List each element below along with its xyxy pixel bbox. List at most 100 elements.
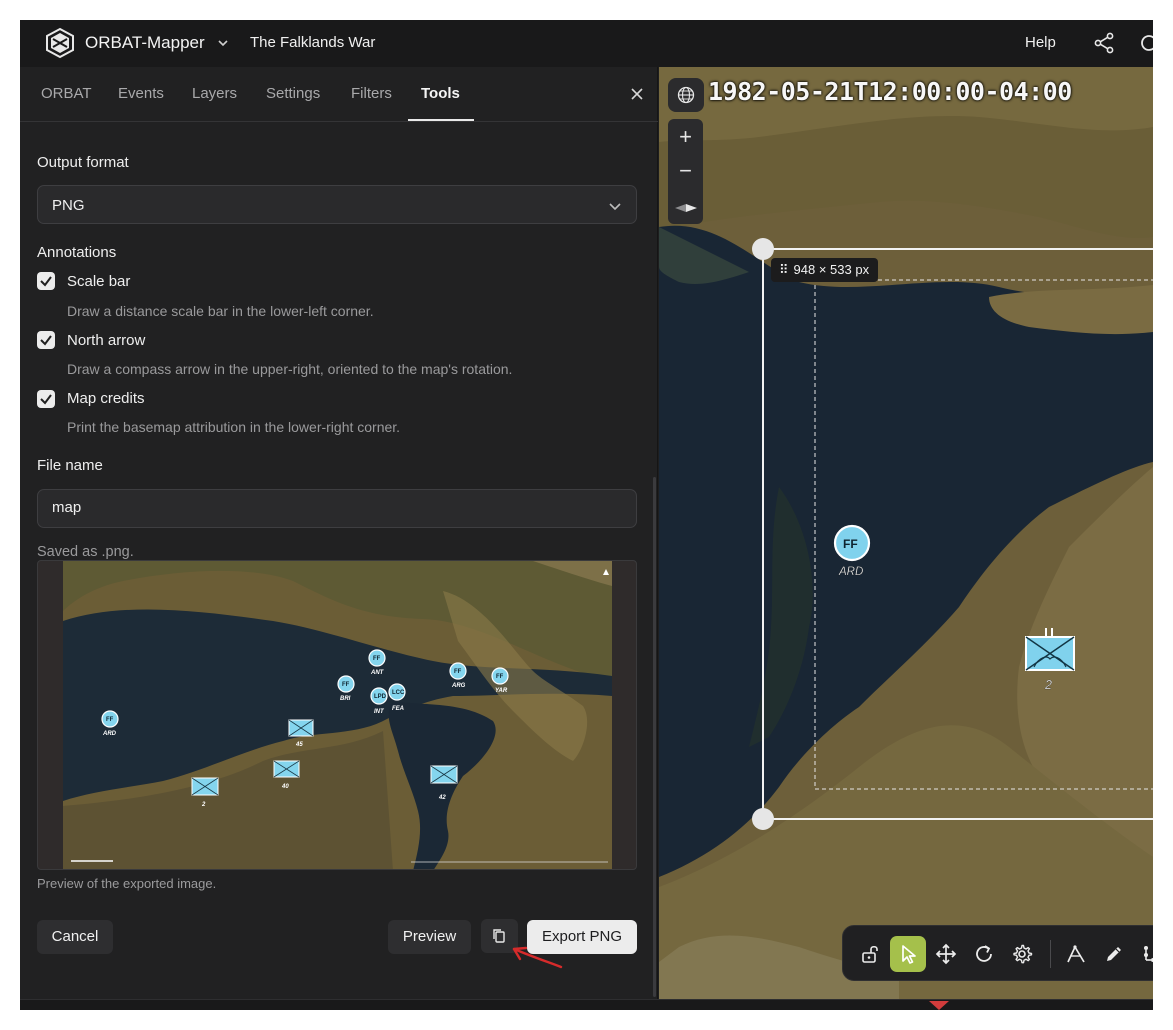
map-credits-label[interactable]: Map credits bbox=[67, 390, 145, 407]
checkmark-icon bbox=[40, 335, 52, 346]
preview-unit-ff-label: FF bbox=[106, 717, 114, 723]
export-size-badge[interactable]: ⠿ 948 × 533 px bbox=[771, 258, 879, 282]
north-arrow-label[interactable]: North arrow bbox=[67, 332, 145, 349]
settings-button[interactable] bbox=[1004, 936, 1040, 972]
output-format-label: Output format bbox=[37, 154, 129, 171]
toolbar-divider bbox=[1050, 940, 1051, 968]
scale-bar-description: Draw a distance scale bar in the lower-l… bbox=[67, 303, 374, 319]
preview-map-image: FF ARD FF ANT FF BRI LPD INT LCC FEA FF … bbox=[63, 561, 612, 869]
select-tool-button[interactable] bbox=[890, 936, 926, 972]
drag-handle-icon: ⠿ bbox=[779, 262, 788, 277]
tab-events[interactable]: Events bbox=[118, 85, 164, 102]
checkmark-icon bbox=[40, 394, 52, 405]
unlock-button[interactable] bbox=[853, 936, 889, 972]
preview-unit-40-label: 40 bbox=[281, 784, 289, 790]
timeline-marker[interactable] bbox=[929, 1001, 949, 1010]
cancel-button[interactable]: Cancel bbox=[37, 920, 113, 954]
unit-ard-label: ARD bbox=[838, 566, 863, 578]
more-tools-button[interactable] bbox=[1134, 936, 1153, 972]
preview-unit-fea-label: FEA bbox=[392, 706, 404, 712]
compass-arrow-icon bbox=[674, 204, 697, 212]
resize-handle-top-left[interactable] bbox=[752, 238, 774, 260]
move-icon bbox=[935, 943, 957, 965]
preview-unit-45-label: 45 bbox=[295, 742, 303, 748]
saved-as-text: Saved as .png. bbox=[37, 544, 134, 560]
export-size-text: 948 × 533 px bbox=[793, 262, 870, 277]
share-icon[interactable] bbox=[1092, 31, 1116, 55]
file-name-field[interactable] bbox=[37, 489, 637, 528]
draw-tool-button[interactable] bbox=[1096, 936, 1132, 972]
timeline-strip[interactable] bbox=[20, 999, 1153, 1010]
measure-icon bbox=[1067, 945, 1085, 963]
orbat-logo-icon[interactable] bbox=[44, 27, 76, 59]
file-name-input[interactable] bbox=[52, 499, 612, 516]
preview-unit-ff-label: FF bbox=[342, 682, 350, 688]
active-tab-indicator bbox=[408, 119, 474, 121]
preview-unit-lcc-label: LCC bbox=[392, 690, 405, 696]
tab-settings[interactable]: Settings bbox=[266, 85, 320, 102]
preview-unit-int-label: INT bbox=[374, 709, 385, 715]
panel-scrollbar[interactable] bbox=[653, 477, 656, 997]
help-link[interactable]: Help bbox=[1025, 34, 1056, 51]
unit-2-label: 2 bbox=[1044, 678, 1052, 692]
preview-unit-42-label: 42 bbox=[438, 795, 446, 801]
preview-unit-ff-label: FF bbox=[454, 669, 462, 675]
top-bar: ORBAT-Mapper The Falklands War Help bbox=[20, 20, 1153, 67]
rotate-icon bbox=[976, 945, 992, 962]
close-icon[interactable] bbox=[630, 87, 644, 101]
app-name[interactable]: ORBAT-Mapper bbox=[85, 33, 205, 53]
rotate-tool-button[interactable] bbox=[966, 936, 1002, 972]
chevron-down-icon[interactable] bbox=[217, 37, 229, 49]
preview-unit-ant-label: ANT bbox=[370, 670, 385, 676]
copy-icon bbox=[493, 929, 505, 943]
gear-icon bbox=[1013, 944, 1033, 964]
chevron-down-icon bbox=[609, 203, 621, 211]
file-name-label: File name bbox=[37, 457, 103, 474]
scenario-name[interactable]: The Falklands War bbox=[250, 34, 375, 51]
preview-unit-yar-label: YAR bbox=[495, 688, 508, 694]
checkmark-icon bbox=[40, 276, 52, 287]
output-format-select[interactable]: PNG bbox=[37, 185, 637, 224]
tab-tools[interactable]: Tools bbox=[421, 85, 460, 102]
scale-bar-label[interactable]: Scale bar bbox=[67, 273, 130, 290]
search-icon[interactable] bbox=[1138, 32, 1153, 56]
preview-unit-lpd-label: LPD bbox=[374, 694, 387, 700]
export-preview: FF ARD FF ANT FF BRI LPD INT LCC FEA FF … bbox=[37, 560, 637, 870]
current-time-display[interactable]: 1982-05-21T12:00:00-04:00 bbox=[708, 77, 1072, 106]
preview-unit-arg-label: ARG bbox=[451, 683, 466, 689]
map-credits-description: Print the basemap attribution in the low… bbox=[67, 419, 401, 435]
map-toolbar bbox=[842, 925, 1153, 981]
satellite-map[interactable]: FF ARD 2 bbox=[659, 67, 1153, 999]
zoom-control: + − bbox=[668, 119, 703, 224]
app-window: ORBAT-Mapper The Falklands War Help ORBA… bbox=[20, 20, 1153, 1010]
scale-bar-checkbox[interactable] bbox=[37, 272, 55, 290]
select-pointer-icon bbox=[902, 945, 916, 964]
reset-rotation-button[interactable] bbox=[668, 189, 703, 223]
pencil-icon bbox=[1107, 947, 1121, 961]
tab-orbat[interactable]: ORBAT bbox=[41, 85, 92, 102]
preview-caption: Preview of the exported image. bbox=[37, 876, 217, 891]
zoom-in-button[interactable]: + bbox=[668, 120, 703, 154]
preview-unit-ff-label: FF bbox=[496, 674, 504, 680]
output-format-value: PNG bbox=[52, 197, 85, 214]
annotations-label: Annotations bbox=[37, 244, 117, 261]
map-credits-checkbox[interactable] bbox=[37, 390, 55, 408]
preview-unit-ff-label: FF bbox=[373, 656, 381, 662]
more-icon bbox=[1144, 946, 1153, 962]
resize-handle-bottom-left[interactable] bbox=[752, 808, 774, 830]
unlock-icon bbox=[862, 945, 878, 963]
zoom-out-button[interactable]: − bbox=[668, 154, 703, 188]
preview-unit-bri-label: BRI bbox=[340, 696, 351, 702]
panel-tabs: ORBAT Events Layers Settings Filters Too… bbox=[20, 67, 658, 122]
tab-layers[interactable]: Layers bbox=[192, 85, 237, 102]
tab-filters[interactable]: Filters bbox=[351, 85, 392, 102]
north-arrow-checkbox[interactable] bbox=[37, 331, 55, 349]
annotation-arrow-icon bbox=[512, 946, 563, 969]
north-arrow-description: Draw a compass arrow in the upper-right,… bbox=[67, 361, 513, 377]
preview-button[interactable]: Preview bbox=[388, 920, 471, 954]
move-tool-button[interactable] bbox=[928, 936, 964, 972]
map-view[interactable]: FF ARD 2 1982-05-21T12:00:00-04:00 + − ⠿… bbox=[659, 67, 1153, 999]
preview-unit-2-label: 2 bbox=[201, 802, 206, 808]
time-zone-button[interactable] bbox=[668, 78, 704, 112]
measure-tool-button[interactable] bbox=[1058, 936, 1094, 972]
